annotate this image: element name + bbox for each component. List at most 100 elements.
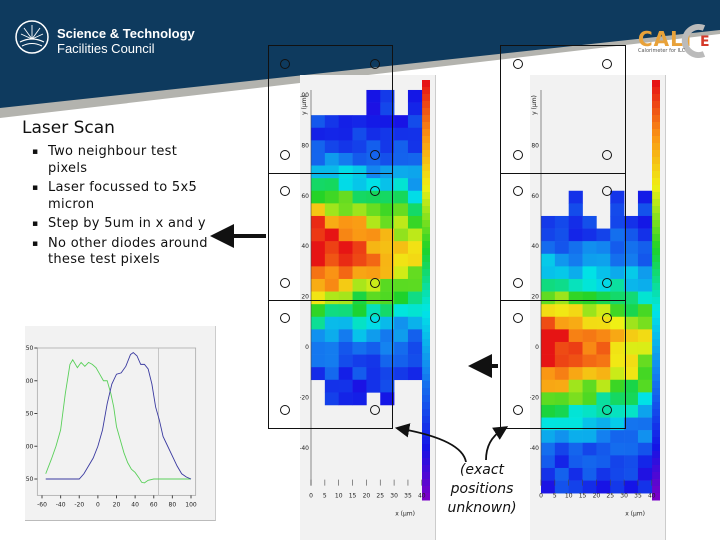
bullet-item: ▪ Two neighbour test pixels: [30, 144, 220, 177]
bond-pad-circle: [280, 405, 290, 415]
heatmap-cell: [407, 215, 423, 229]
heatmap-cell: [582, 467, 597, 481]
heatmap-cell: [637, 417, 653, 431]
bullet-icon: ▪: [32, 238, 39, 249]
heatmap-cell: [407, 165, 423, 179]
bond-pad-circle: [370, 405, 380, 415]
heatmap-cell: [394, 316, 409, 330]
pixel-frame-left: [268, 45, 393, 429]
colorbar-segment: [652, 395, 660, 403]
bond-pad-circle: [602, 278, 612, 288]
colorbar-segment: [422, 185, 430, 193]
colorbar-segment: [652, 129, 660, 137]
colorbar-segment: [652, 227, 660, 235]
colorbar-segment: [652, 171, 660, 179]
heatmap-cell: [394, 190, 409, 204]
colorbar-segment: [652, 311, 660, 319]
bond-pad-circle: [370, 186, 380, 196]
x-tick-label: 40: [418, 493, 426, 500]
bond-pad-circle: [280, 186, 290, 196]
heatmap-cell: [582, 430, 597, 444]
colorbar-segment: [422, 276, 430, 284]
x-tick-label: 10: [565, 493, 573, 500]
bond-pad-circle: [280, 59, 290, 69]
heatmap-cell: [407, 291, 423, 305]
colorbar-segment: [652, 185, 660, 193]
heatmap-cell: [637, 266, 653, 280]
heatmap-cell: [582, 480, 597, 494]
callout-arrow-icon: [485, 426, 509, 461]
bullet-item: ▪ Laser focussed to 5x5 micron: [30, 180, 220, 213]
heatmap-cell: [624, 316, 639, 330]
heatmap-cell: [554, 430, 569, 444]
x-tick-label: 100: [185, 501, 197, 508]
svg-text:E: E: [700, 34, 710, 50]
x-tick-label: 20: [113, 501, 121, 508]
colorbar-segment: [652, 332, 660, 340]
heatmap-cell: [596, 467, 611, 481]
heatmap-cell: [637, 354, 653, 368]
bond-pad-circle: [602, 313, 612, 323]
colorbar-segment: [422, 479, 430, 487]
bond-pad-circle: [280, 150, 290, 160]
colorbar-segment: [652, 304, 660, 312]
heatmap-cell: [407, 266, 423, 280]
heatmap-cell: [596, 455, 611, 469]
heatmap-cell: [637, 341, 653, 355]
heatmap-cell: [624, 480, 639, 494]
colorbar-segment: [422, 150, 430, 158]
heatmap-cell: [624, 467, 639, 481]
colorbar-segment: [422, 262, 430, 270]
colorbar-segment: [422, 269, 430, 277]
heatmap-cell: [394, 178, 409, 192]
heatmap-cell: [394, 367, 409, 381]
heatmap-cell: [407, 89, 423, 103]
bullet-icon: ▪: [32, 147, 39, 157]
bullet-item: ▪ No other diodes around these test pixel…: [30, 236, 220, 269]
colorbar-segment: [422, 423, 430, 431]
colorbar-segment: [652, 465, 660, 473]
heatmap-cell: [624, 228, 639, 242]
heatmap-cell: [624, 253, 639, 267]
colorbar-segment: [652, 150, 660, 158]
colorbar-segment: [422, 297, 430, 305]
colorbar-segment: [422, 241, 430, 249]
heatmap-cell: [407, 140, 423, 154]
calice-tagline: Calorimeter for ILC: [638, 48, 686, 54]
heatmap-cell: [407, 127, 423, 141]
colorbar-segment: [652, 458, 660, 466]
heatmap-cell: [394, 165, 409, 179]
colorbar-segment: [422, 143, 430, 151]
heatmap-cell: [596, 442, 611, 456]
heatmap-cell: [541, 442, 556, 456]
colorbar-segment: [422, 381, 430, 389]
colorbar-segment: [422, 304, 430, 312]
x-tick-label: 25: [376, 493, 384, 500]
colorbar-segment: [422, 388, 430, 396]
colorbar-segment: [422, 451, 430, 459]
heatmap-cell: [610, 442, 625, 456]
colorbar-segment: [652, 290, 660, 298]
colorbar-segment: [422, 318, 430, 326]
bond-pad-circle: [602, 150, 612, 160]
bond-pad-circle: [370, 313, 380, 323]
x-tick-label: -20: [74, 501, 84, 508]
colorbar-segment: [422, 94, 430, 102]
x-tick-label: 40: [131, 501, 139, 508]
colorbar-segment: [652, 318, 660, 326]
colorbar-segment: [422, 437, 430, 445]
colorbar-segment: [652, 409, 660, 417]
heatmap-cell: [624, 304, 639, 318]
x-tick-label: 25: [606, 493, 614, 500]
colorbar-segment: [422, 248, 430, 256]
heatmap-cell: [637, 367, 653, 381]
heatmap-cell: [624, 455, 639, 469]
colorbar-segment: [652, 346, 660, 354]
y-tick-label: 200: [25, 378, 34, 385]
heatmap-cell: [407, 253, 423, 267]
heatmap-cell: [407, 329, 423, 343]
bullet-text: Laser focussed to 5x5 micron: [48, 180, 198, 212]
heatmap-cell: [624, 430, 639, 444]
heatmap-cell: [541, 467, 556, 481]
x-tick-label: -60: [37, 501, 47, 508]
